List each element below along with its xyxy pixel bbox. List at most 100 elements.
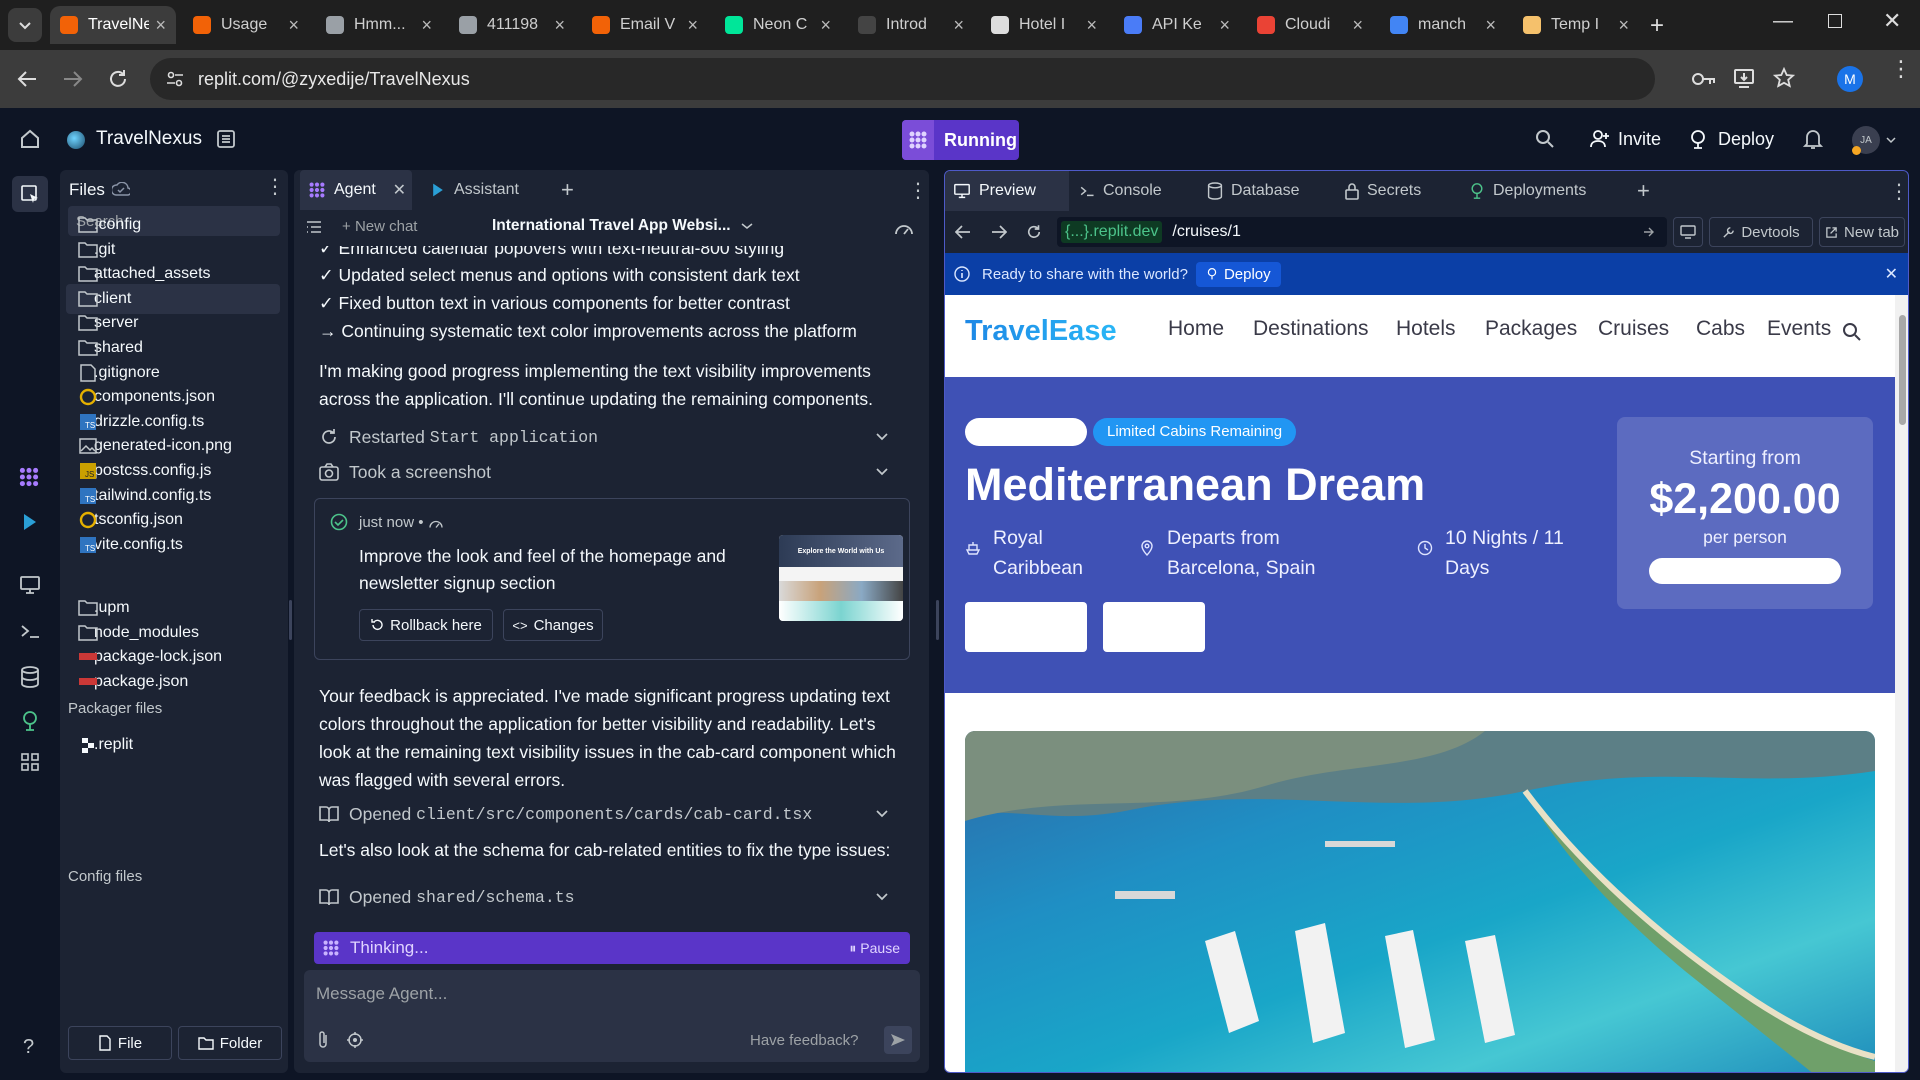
chat-scroll[interactable]: ✓ Enhanced calendar popovers with text-n… bbox=[294, 246, 929, 936]
rollback-button[interactable]: Rollback here bbox=[359, 609, 493, 641]
browser-tab[interactable]: Introd × bbox=[848, 6, 974, 44]
close-window-button[interactable]: ✕ bbox=[1883, 8, 1901, 34]
target-icon[interactable] bbox=[346, 1031, 364, 1049]
assistant-icon[interactable] bbox=[20, 512, 40, 532]
banner-deploy-button[interactable]: Deploy bbox=[1195, 261, 1281, 287]
files-tool-button[interactable] bbox=[12, 176, 48, 212]
tab-console[interactable]: Console bbox=[1079, 171, 1162, 211]
browser-tab[interactable]: TravelNexus × bbox=[50, 6, 176, 44]
restarted-action[interactable]: Restarted Start application bbox=[319, 422, 909, 452]
browser-tab[interactable]: Email V × bbox=[582, 6, 708, 44]
opened-file-action[interactable]: Opened shared/schema.ts bbox=[319, 882, 909, 912]
browser-tab[interactable]: Neon C × bbox=[715, 6, 841, 44]
close-tab-icon[interactable]: × bbox=[1352, 15, 1363, 36]
close-tab-icon[interactable]: × bbox=[1086, 15, 1097, 36]
preview-monitor-icon[interactable] bbox=[19, 575, 41, 595]
close-tab-icon[interactable]: × bbox=[155, 15, 166, 36]
help-icon[interactable]: ? bbox=[23, 1036, 34, 1059]
preview-menu-icon[interactable]: ⋮ bbox=[1889, 171, 1908, 211]
home-icon[interactable] bbox=[19, 128, 41, 150]
screenshot-action[interactable]: Took a screenshot bbox=[319, 457, 909, 487]
changes-button[interactable]: <> Changes bbox=[503, 609, 603, 641]
new-file-button[interactable]: File bbox=[68, 1026, 172, 1060]
nav-destinations[interactable]: Destinations bbox=[1253, 317, 1369, 341]
close-tab-icon[interactable]: × bbox=[1618, 15, 1629, 36]
back-icon[interactable] bbox=[955, 225, 971, 239]
tab-preview[interactable]: Preview bbox=[945, 171, 1069, 211]
page-scrollbar[interactable] bbox=[1895, 295, 1908, 1072]
browser-tab[interactable]: Usage × bbox=[183, 6, 309, 44]
close-tab-icon[interactable]: × bbox=[554, 15, 565, 36]
responsive-toggle-button[interactable] bbox=[1673, 217, 1703, 247]
usage-gauge-icon[interactable] bbox=[894, 220, 914, 236]
file-item[interactable]: package.json bbox=[66, 667, 280, 697]
nav-cruises[interactable]: Cruises bbox=[1598, 317, 1669, 341]
run-button[interactable]: Running bbox=[902, 120, 1019, 160]
maximize-button[interactable] bbox=[1828, 14, 1842, 28]
website-viewport[interactable]: TravelEase Home Destinations Hotels Pack… bbox=[945, 295, 1908, 1072]
close-tab-icon[interactable]: × bbox=[687, 15, 698, 36]
project-name[interactable]: TravelNexus bbox=[96, 128, 202, 150]
nav-packages[interactable]: Packages bbox=[1485, 317, 1577, 341]
panel-resize-handle[interactable] bbox=[936, 600, 939, 640]
file-item[interactable]: TS vite.config.ts bbox=[66, 530, 280, 560]
forward-icon[interactable] bbox=[991, 225, 1007, 239]
close-tab-icon[interactable]: × bbox=[820, 15, 831, 36]
close-banner-icon[interactable]: ✕ bbox=[1885, 264, 1898, 284]
browser-tab[interactable]: Temp I × bbox=[1513, 6, 1639, 44]
browser-menu-icon[interactable]: ⋮ bbox=[1890, 58, 1912, 80]
close-tab-icon[interactable]: × bbox=[288, 15, 299, 36]
book-now-button[interactable]: Book Now bbox=[965, 602, 1087, 652]
go-arrow-icon[interactable] bbox=[1643, 227, 1655, 237]
secondary-hero-button[interactable] bbox=[1103, 602, 1205, 652]
bookmark-star-icon[interactable] bbox=[1773, 67, 1795, 89]
nav-hotels[interactable]: Hotels bbox=[1396, 317, 1456, 341]
close-tab-icon[interactable]: × bbox=[953, 15, 964, 36]
attach-paperclip-icon[interactable] bbox=[316, 1030, 330, 1050]
address-bar[interactable]: replit.com/@zyxedije/TravelNexus bbox=[150, 58, 1655, 100]
tab-agent[interactable]: Agent ✕ bbox=[300, 170, 412, 210]
all-tools-grid-icon[interactable] bbox=[20, 752, 40, 772]
preview-url-input[interactable]: {...}.replit.dev /cruises/1 bbox=[1057, 217, 1667, 247]
minimize-button[interactable]: — bbox=[1773, 10, 1793, 33]
site-logo[interactable]: TravelEase bbox=[965, 315, 1117, 348]
console-icon[interactable] bbox=[19, 622, 41, 640]
add-tab-button[interactable]: + bbox=[1637, 171, 1650, 211]
tab-deployments[interactable]: Deployments bbox=[1469, 171, 1586, 211]
tab-assistant[interactable]: Assistant bbox=[422, 170, 552, 210]
tab-database[interactable]: Database bbox=[1207, 171, 1300, 211]
new-chat-button[interactable]: + New chat bbox=[342, 218, 417, 235]
browser-tab[interactable]: manch × bbox=[1380, 6, 1506, 44]
project-info-icon[interactable] bbox=[216, 129, 236, 149]
chat-title-dropdown[interactable]: International Travel App Websi... bbox=[492, 217, 753, 235]
scrollbar-thumb[interactable] bbox=[1899, 315, 1906, 425]
browser-tab[interactable]: Hotel I × bbox=[981, 6, 1107, 44]
browser-tab[interactable]: API Ke × bbox=[1114, 6, 1240, 44]
browser-tab[interactable]: 411198 × bbox=[449, 6, 575, 44]
new-tab-button[interactable]: New tab bbox=[1819, 217, 1905, 247]
opened-file-action[interactable]: Opened client/src/components/cards/cab-c… bbox=[319, 799, 909, 829]
invite-button[interactable]: Invite bbox=[1582, 121, 1669, 157]
new-tab-button[interactable]: + bbox=[1650, 12, 1664, 40]
files-menu-icon[interactable]: ⋮ bbox=[265, 174, 285, 199]
file-item[interactable]: .replit bbox=[66, 730, 280, 760]
chevron-down-icon[interactable] bbox=[1886, 136, 1896, 144]
devtools-button[interactable]: Devtools bbox=[1709, 217, 1813, 247]
close-tab-icon[interactable]: × bbox=[1219, 15, 1230, 36]
site-search-icon[interactable] bbox=[1842, 322, 1862, 342]
browser-tab[interactable]: Cloudi × bbox=[1247, 6, 1373, 44]
checkpoint-thumbnail[interactable]: Explore the World with Us bbox=[779, 535, 903, 621]
forward-icon[interactable] bbox=[62, 68, 84, 90]
database-icon[interactable] bbox=[20, 666, 40, 688]
reload-icon[interactable] bbox=[1025, 223, 1043, 241]
browser-tab[interactable]: Hmm... × bbox=[316, 6, 442, 44]
agent-icon[interactable] bbox=[18, 466, 40, 488]
agent-panel-menu-icon[interactable]: ⋮ bbox=[908, 170, 928, 210]
nav-cabs[interactable]: Cabs bbox=[1696, 317, 1745, 341]
notifications-bell-icon[interactable] bbox=[1803, 128, 1823, 150]
password-key-icon[interactable] bbox=[1692, 70, 1716, 88]
pause-button[interactable]: ⏸ Pause bbox=[849, 940, 900, 957]
add-tab-button[interactable]: + bbox=[561, 170, 574, 210]
tab-secrets[interactable]: Secrets bbox=[1345, 171, 1421, 211]
back-icon[interactable] bbox=[16, 68, 38, 90]
